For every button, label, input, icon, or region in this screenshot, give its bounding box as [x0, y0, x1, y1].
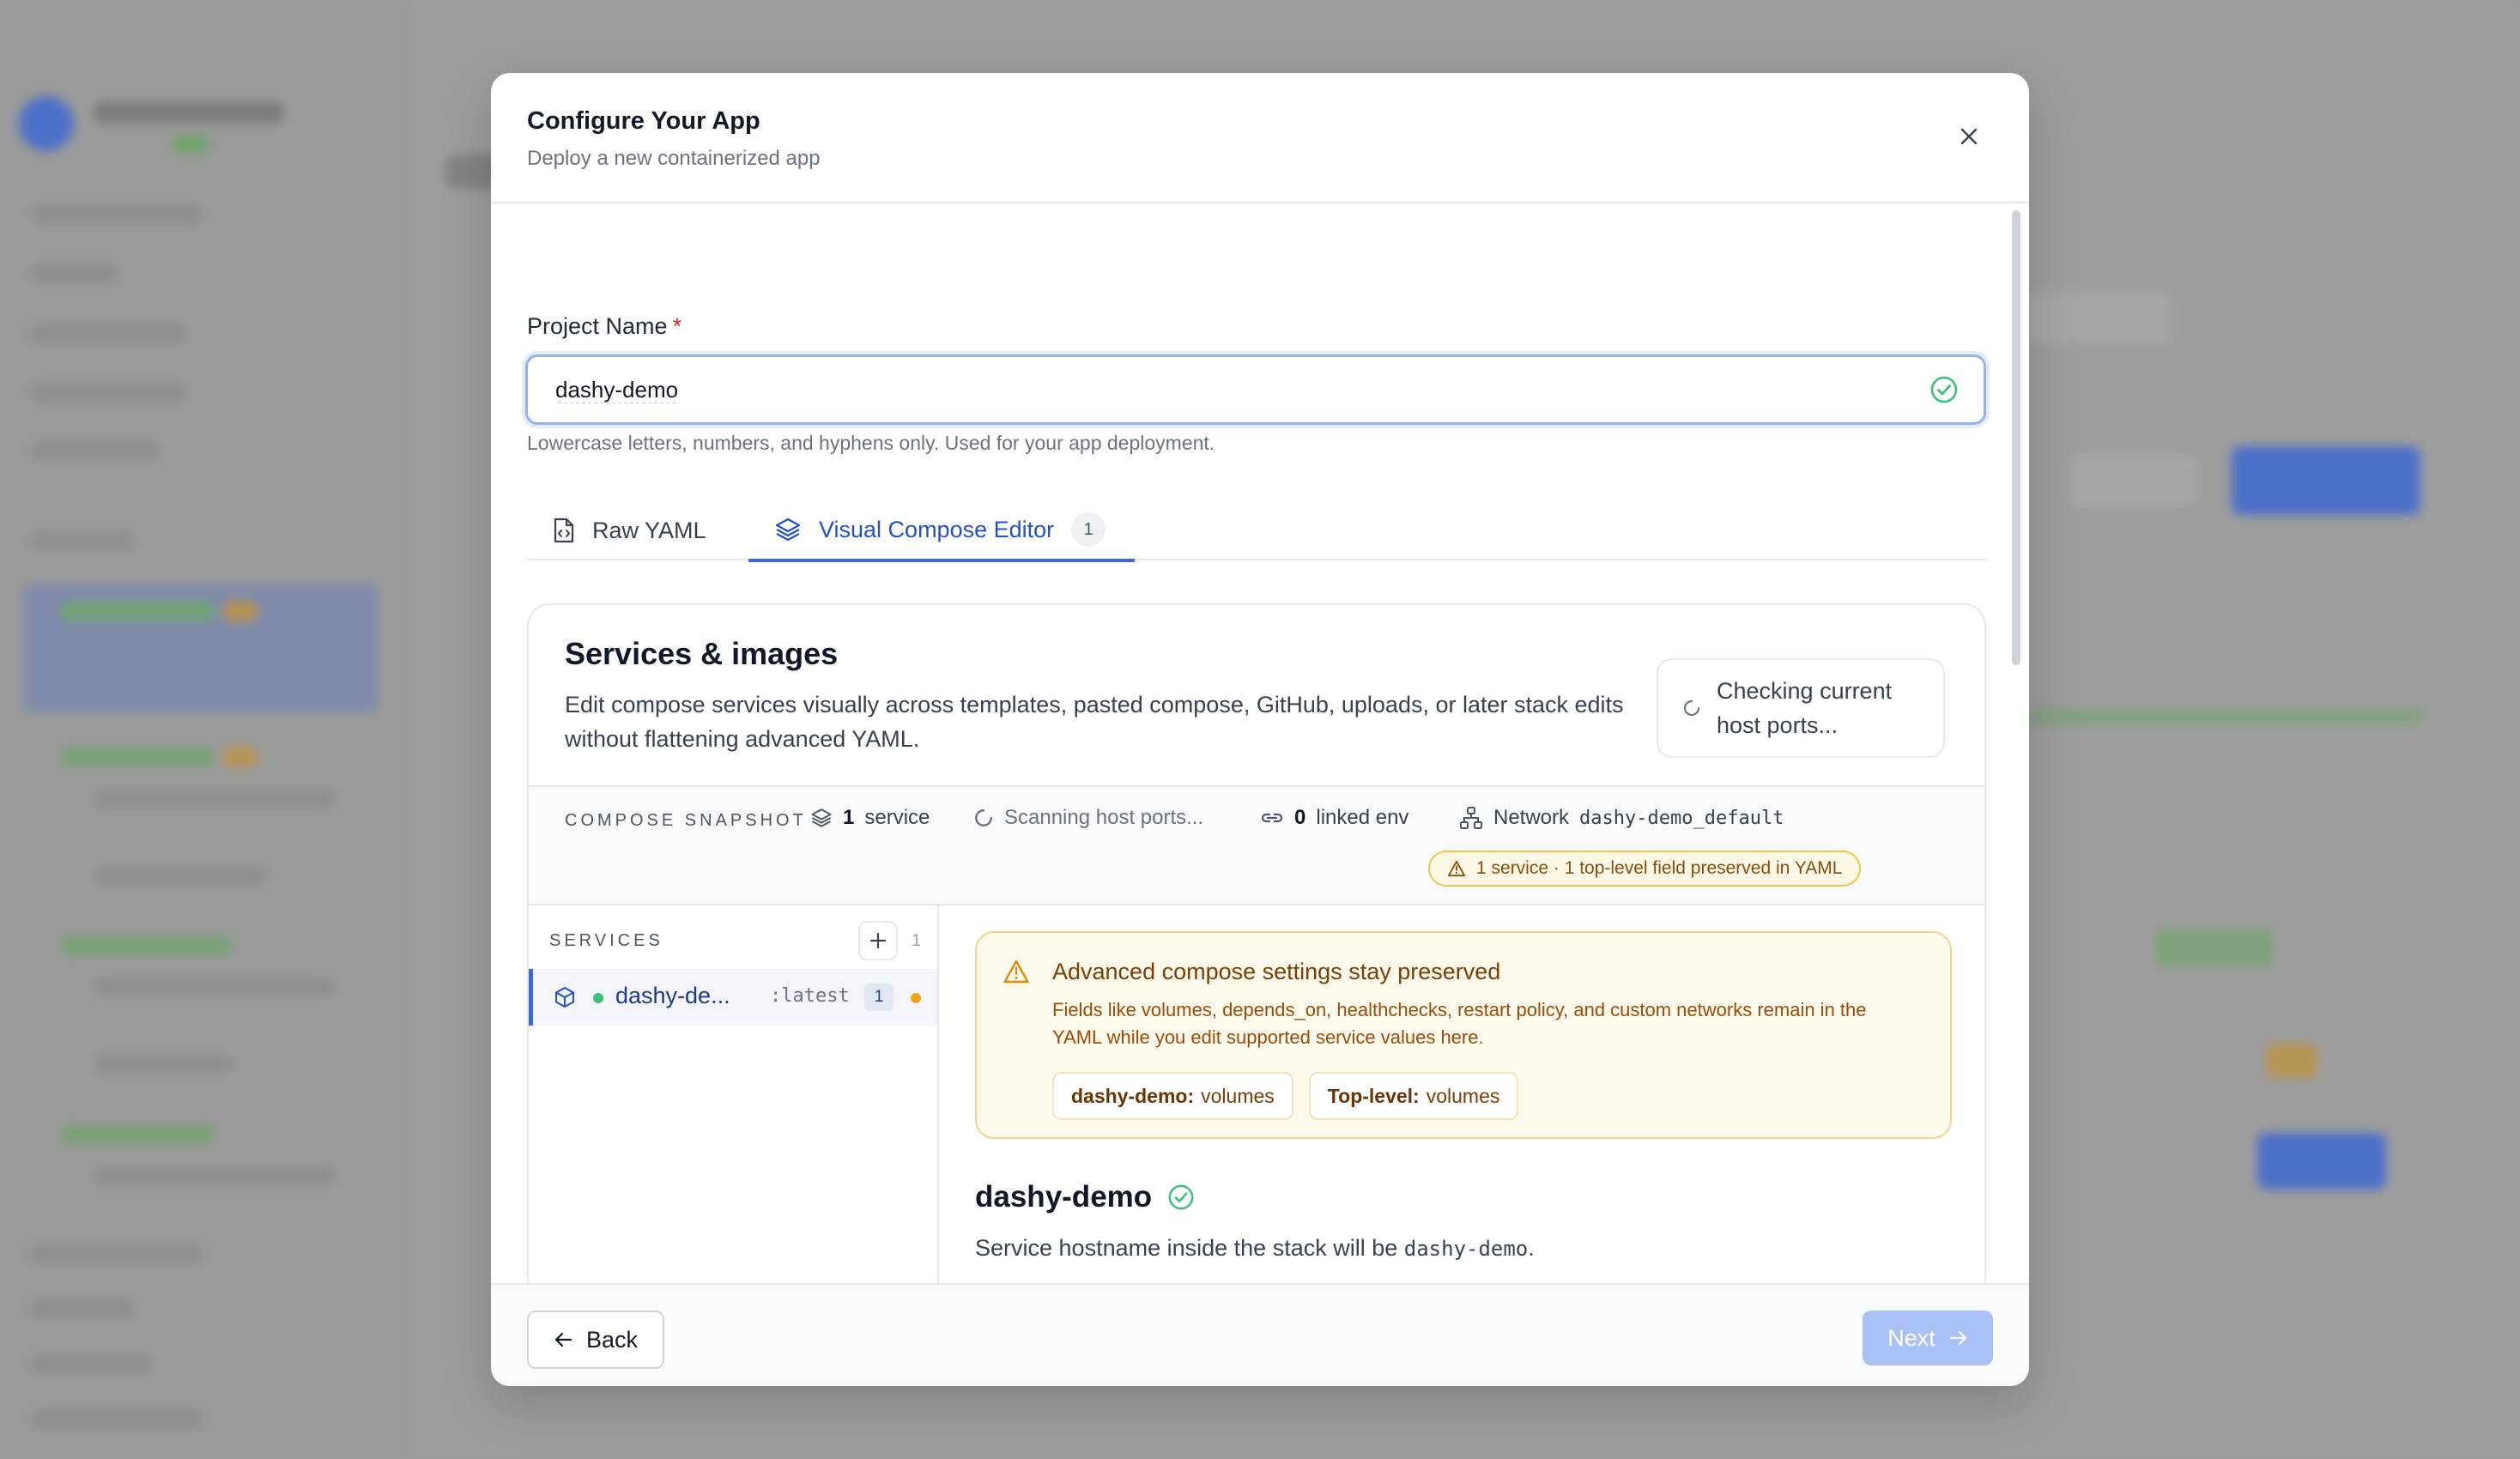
compose-snapshot: COMPOSE SNAPSHOT 1 service Scanning host…	[529, 785, 1984, 905]
service-list-item[interactable]: dashy-de... :latest 1	[529, 969, 937, 1026]
hostname-suffix: .	[1528, 1235, 1535, 1261]
chip-key: Top-level:	[1327, 1084, 1420, 1107]
layers-icon	[811, 808, 832, 827]
modal-subtitle: Deploy a new containerized app	[527, 147, 821, 170]
snapshot-network-value: dashy-demo_default	[1579, 807, 1784, 829]
project-name-input[interactable]	[525, 354, 1986, 425]
chip-value: volumes	[1426, 1084, 1500, 1107]
tab-raw-yaml-label: Raw YAML	[592, 517, 706, 543]
close-icon	[1960, 128, 1978, 145]
cube-icon	[555, 987, 574, 1008]
warning-triangle-icon	[1447, 860, 1465, 877]
preserved-yaml-badge: 1 service · 1 top-level field preserved …	[1428, 851, 1862, 887]
port-check-status: Checking current host ports...	[1657, 658, 1945, 758]
service-warning-dot	[911, 993, 921, 1003]
services-images-card: Services & images Edit compose services …	[527, 603, 1986, 1355]
project-name-label: Project Name *	[527, 313, 681, 340]
valid-check-icon	[1168, 1184, 1194, 1210]
preserved-field-chip: Top-level: volumes	[1308, 1072, 1519, 1120]
services-card-title: Services & images	[565, 636, 839, 671]
modal-footer: Back Next	[491, 1283, 2029, 1386]
tab-visual-badge: 1	[1071, 512, 1106, 547]
snapshot-service-number: 1	[843, 806, 855, 829]
snapshot-linked-env-word: linked env	[1316, 806, 1409, 829]
file-code-icon	[554, 518, 574, 543]
required-marker: *	[672, 313, 682, 339]
spinner-icon	[975, 809, 992, 826]
services-list-label: SERVICES	[549, 931, 663, 950]
chip-key: dashy-demo:	[1071, 1084, 1195, 1107]
snapshot-network-label: Network	[1493, 806, 1570, 829]
configure-app-modal: Configure Your App Deploy a new containe…	[491, 73, 2029, 1386]
snapshot-scanning: Scanning host ports...	[973, 806, 1203, 830]
back-button[interactable]: Back	[527, 1311, 664, 1369]
warning-triangle-icon	[1003, 960, 1029, 984]
modal-body[interactable]: Project Name* Lowercase letters, numbers…	[491, 205, 2029, 1355]
snapshot-scanning-text: Scanning host ports...	[1004, 806, 1204, 829]
snapshot-network: Network dashy-demo_default	[1459, 806, 1784, 830]
port-check-text: Checking current host ports...	[1717, 678, 1893, 738]
service-running-dot	[593, 993, 603, 1003]
back-button-label: Back	[585, 1326, 639, 1353]
add-service-button[interactable]	[858, 921, 898, 960]
tab-visual-label: Visual Compose Editor	[819, 516, 1055, 542]
link-icon	[1261, 813, 1283, 823]
preserved-yaml-text: 1 service · 1 top-level field preserved …	[1476, 858, 1843, 878]
snapshot-linked-env-number: 0	[1294, 806, 1306, 829]
warning-text: Fields like volumes, depends_on, healthc…	[1052, 999, 1867, 1048]
service-heading-name: dashy-demo	[975, 1180, 1153, 1214]
compose-snapshot-label: COMPOSE SNAPSHOT	[565, 811, 807, 830]
service-heading: dashy-demo	[975, 1180, 1195, 1214]
hostname-value: dashy-demo	[1403, 1237, 1529, 1261]
warning-title: Advanced compose settings stay preserved	[1052, 959, 1501, 984]
layers-icon	[775, 518, 801, 542]
next-button[interactable]: Next	[1863, 1311, 1993, 1365]
tab-raw-yaml[interactable]: Raw YAML	[553, 500, 706, 560]
close-button[interactable]	[1954, 121, 1984, 152]
services-count: 1	[912, 931, 922, 950]
modal-header: Configure Your App Deploy a new containe…	[491, 73, 2029, 203]
background-sidebar	[0, 0, 403, 1459]
project-name-helper: Lowercase letters, numbers, and hyphens …	[527, 432, 1215, 454]
network-icon	[1460, 807, 1482, 829]
services-card-description: Edit compose services visually across te…	[565, 692, 1624, 752]
project-name-label-text: Project Name	[527, 313, 668, 339]
snapshot-service-word: service	[864, 806, 930, 829]
preserved-field-chip: dashy-demo: volumes	[1052, 1072, 1293, 1120]
next-button-label: Next	[1887, 1324, 1935, 1351]
advanced-settings-warning: Advanced compose settings stay preserved…	[975, 931, 1952, 1139]
chip-value: volumes	[1201, 1084, 1275, 1107]
service-item-name: dashy-de...	[615, 983, 730, 1008]
preserved-fields-chips: dashy-demo: volumes Top-level: volumes	[1052, 1072, 1519, 1120]
modal-scrollbar[interactable]	[2012, 210, 2020, 665]
plus-icon	[869, 932, 887, 949]
valid-check-icon	[1930, 376, 1958, 403]
editor-tabs: Raw YAML Visual Compose Editor 1	[527, 500, 1986, 562]
modal-title: Configure Your App	[527, 107, 760, 135]
service-hostname-text: Service hostname inside the stack will b…	[975, 1235, 1535, 1262]
arrow-right-icon	[1949, 1330, 1966, 1346]
service-item-badge: 1	[864, 984, 894, 1011]
service-item-tag: :latest	[770, 985, 850, 1007]
tab-visual-compose-editor[interactable]: Visual Compose Editor 1	[748, 500, 1136, 562]
snapshot-service-count: 1 service	[810, 806, 930, 830]
snapshot-linked-env: 0 linked env	[1260, 806, 1408, 830]
arrow-left-icon	[554, 1332, 572, 1347]
hostname-prefix: Service hostname inside the stack will b…	[975, 1235, 1398, 1261]
spinner-icon	[1683, 699, 1700, 717]
